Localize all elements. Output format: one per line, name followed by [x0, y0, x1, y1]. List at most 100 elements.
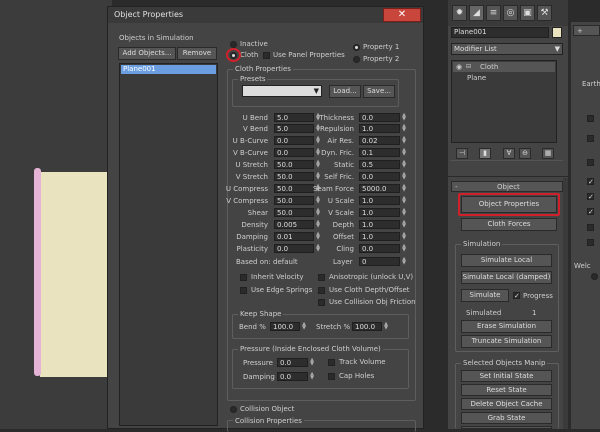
- bend-percent-spinner[interactable]: 100.0 ▲ ▼: [270, 322, 307, 331]
- reset-state-button[interactable]: Reset State: [461, 384, 552, 396]
- spinner-value[interactable]: 0.0: [359, 172, 400, 181]
- spinner-arrows-icon[interactable]: ▲ ▼: [309, 372, 315, 381]
- right-panel-radio[interactable]: [591, 273, 598, 280]
- cap-holes-checkbox[interactable]: [328, 373, 335, 380]
- load-button[interactable]: Load...: [329, 85, 361, 98]
- air-res-spinner[interactable]: 0.02 ▲ ▼: [359, 136, 407, 145]
- presets-dropdown[interactable]: ▼: [242, 85, 322, 97]
- spinner-arrows-icon[interactable]: ▲ ▼: [401, 196, 407, 205]
- anisotropic-checkbox[interactable]: [318, 274, 325, 281]
- object-rollout-header[interactable]: - Object: [451, 181, 563, 192]
- grab-state-button[interactable]: Grab State: [461, 412, 552, 424]
- spinner-value[interactable]: 0.0: [277, 372, 308, 381]
- offset-spinner[interactable]: 1.0 ▲ ▼: [359, 232, 407, 241]
- spinner-arrows-icon[interactable]: ▲ ▼: [401, 244, 407, 253]
- property1-radio[interactable]: [353, 44, 360, 51]
- spinner-value[interactable]: 0.0: [359, 113, 400, 122]
- right-panel-checkbox[interactable]: [587, 159, 594, 166]
- spinner-arrows-icon[interactable]: ▲ ▼: [401, 208, 407, 217]
- list-item[interactable]: Plane001: [121, 65, 216, 74]
- add-objects-button[interactable]: Add Objects...: [118, 47, 176, 60]
- make-unique-icon[interactable]: ∀: [503, 148, 515, 159]
- truncate-simulation-button[interactable]: Truncate Simulation: [461, 335, 552, 348]
- spinner-arrows-icon[interactable]: ▲ ▼: [401, 113, 407, 122]
- right-panel-checkbox[interactable]: [587, 135, 594, 142]
- static-spinner[interactable]: 0.5 ▲ ▼: [359, 160, 407, 169]
- spinner-value[interactable]: 0: [359, 257, 400, 266]
- spinner-value[interactable]: 1.0: [359, 196, 400, 205]
- utilities-tab-icon[interactable]: ⚒: [537, 5, 552, 21]
- stretch-percent-spinner[interactable]: 100.0 ▲ ▼: [352, 322, 389, 331]
- spinner-value[interactable]: 100.0: [352, 322, 382, 331]
- spinner-value[interactable]: 1.0: [359, 220, 400, 229]
- show-end-result-icon[interactable]: ▮: [479, 148, 491, 159]
- remove-button[interactable]: Remove: [177, 47, 217, 60]
- objects-list[interactable]: Plane001: [119, 63, 218, 426]
- spinner-arrows-icon[interactable]: ▲ ▼: [401, 232, 407, 241]
- use-panel-properties-checkbox[interactable]: [263, 52, 270, 59]
- thickness-spinner[interactable]: 0.0 ▲ ▼: [359, 113, 407, 122]
- create-tab-icon[interactable]: ✹: [452, 5, 467, 21]
- configure-sets-icon[interactable]: ▦: [542, 148, 554, 159]
- hierarchy-tab-icon[interactable]: ≡: [486, 5, 501, 21]
- u-scale-spinner[interactable]: 1.0 ▲ ▼: [359, 196, 407, 205]
- set-initial-state-button[interactable]: Set Initial State: [461, 370, 552, 382]
- object-color-swatch[interactable]: [552, 27, 562, 38]
- spinner-arrows-icon[interactable]: ▲ ▼: [401, 257, 407, 266]
- pin-stack-icon[interactable]: ⊣: [456, 148, 468, 159]
- spinner-arrows-icon[interactable]: ▲ ▼: [301, 322, 307, 331]
- cling-spinner[interactable]: 0.0 ▲ ▼: [359, 244, 407, 253]
- right-panel-checkbox[interactable]: ✓: [587, 178, 594, 186]
- spinner-arrows-icon[interactable]: ▲ ▼: [401, 184, 407, 193]
- right-panel-checkbox[interactable]: [587, 239, 594, 246]
- depth-spinner[interactable]: 1.0 ▲ ▼: [359, 220, 407, 229]
- use-collision-friction-checkbox[interactable]: [318, 299, 325, 306]
- expand-icon[interactable]: ⊟: [466, 63, 471, 70]
- dialog-titlebar[interactable]: Object Properties ✕: [108, 7, 423, 23]
- simulate-button[interactable]: Simulate: [461, 289, 509, 302]
- erase-simulation-button[interactable]: Erase Simulation: [461, 320, 552, 333]
- spinner-arrows-icon[interactable]: ▲ ▼: [401, 136, 407, 145]
- seam-force-spinner[interactable]: 5000.0 ▲ ▼: [359, 184, 407, 193]
- track-volume-checkbox[interactable]: [328, 359, 335, 366]
- display-tab-icon[interactable]: ▣: [520, 5, 535, 21]
- modifier-list-dropdown[interactable]: Modifier List ▼: [451, 43, 563, 55]
- simulate-local-damped-button[interactable]: Simulate Local (damped): [461, 271, 552, 284]
- repulsion-spinner[interactable]: 1.0 ▲ ▼: [359, 124, 407, 133]
- use-edge-springs-checkbox[interactable]: [240, 287, 247, 294]
- spinner-value[interactable]: 5000.0: [359, 184, 400, 193]
- right-panel-checkbox[interactable]: [587, 115, 594, 122]
- spinner-value[interactable]: 0.1: [359, 148, 400, 157]
- progress-checkbox[interactable]: ✓: [513, 292, 520, 300]
- cloth-forces-button[interactable]: Cloth Forces: [461, 218, 557, 231]
- collision-object-radio[interactable]: [230, 406, 237, 413]
- simulate-local-button[interactable]: Simulate Local: [461, 254, 552, 267]
- stack-item-plane[interactable]: Plane: [453, 73, 555, 83]
- stack-item-cloth[interactable]: ◉ ⊟ Cloth: [453, 62, 555, 72]
- property2-radio[interactable]: [353, 56, 360, 63]
- inherit-velocity-checkbox[interactable]: [240, 274, 247, 281]
- spinner-value[interactable]: 100.0: [270, 322, 300, 331]
- inactive-radio[interactable]: [230, 41, 237, 48]
- motion-tab-icon[interactable]: ◎: [503, 5, 518, 21]
- object-name-field[interactable]: Plane001: [451, 27, 549, 38]
- spinner-value[interactable]: 0.0: [277, 358, 308, 367]
- spinner-value[interactable]: 1.0: [359, 124, 400, 133]
- spinner-value[interactable]: 0.0: [359, 244, 400, 253]
- layer-spinner[interactable]: 0 ▲ ▼: [359, 257, 407, 266]
- eye-icon[interactable]: ◉: [456, 63, 462, 71]
- spinner-arrows-icon[interactable]: ▲ ▼: [401, 148, 407, 157]
- v-scale-spinner[interactable]: 1.0 ▲ ▼: [359, 208, 407, 217]
- remove-modifier-icon[interactable]: ⊖: [519, 148, 531, 159]
- right-panel-rollout[interactable]: +: [573, 25, 600, 36]
- spinner-value[interactable]: 0.5: [359, 160, 400, 169]
- use-cloth-depth-checkbox[interactable]: [318, 287, 325, 294]
- pressure-damping-spinner[interactable]: 0.0 ▲ ▼: [277, 372, 315, 381]
- right-panel-checkbox[interactable]: ✓: [587, 208, 594, 216]
- self-fric-spinner[interactable]: 0.0 ▲ ▼: [359, 172, 407, 181]
- close-button[interactable]: ✕: [383, 8, 421, 22]
- pressure-spinner[interactable]: 0.0 ▲ ▼: [277, 358, 315, 367]
- spinner-value[interactable]: 1.0: [359, 208, 400, 217]
- delete-object-cache-button[interactable]: Delete Object Cache: [461, 398, 552, 410]
- spinner-arrows-icon[interactable]: ▲ ▼: [309, 358, 315, 367]
